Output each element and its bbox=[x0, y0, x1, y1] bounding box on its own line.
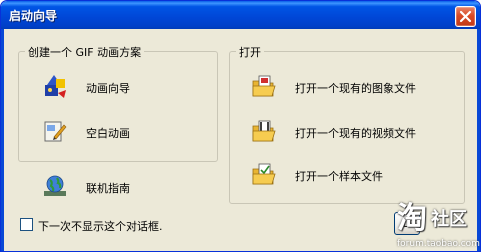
open-image-label: 打开一个现有的图象文件 bbox=[295, 82, 416, 95]
watermark-url: forum.taobao.com bbox=[397, 239, 480, 249]
blank-animation-option[interactable]: 空白动画 bbox=[42, 118, 202, 146]
create-group-legend: 创建一个 GIF 动画方案 bbox=[25, 44, 145, 60]
window-title: 启动向导 bbox=[9, 9, 58, 23]
open-video-folder-icon bbox=[252, 120, 276, 142]
title-bar[interactable]: 启动向导 bbox=[1, 1, 480, 29]
watermark-glyph-2: 社区 bbox=[431, 209, 467, 230]
open-group-legend: 打开 bbox=[236, 44, 264, 60]
close-button[interactable] bbox=[455, 6, 476, 27]
dont-show-checkbox[interactable] bbox=[20, 218, 33, 231]
open-video-label: 打开一个现有的视频文件 bbox=[295, 127, 416, 140]
open-sample-folder-icon bbox=[252, 163, 276, 185]
animation-wizard-icon bbox=[45, 75, 66, 98]
globe-icon bbox=[44, 175, 66, 196]
online-guide-label: 联机指南 bbox=[86, 182, 130, 195]
open-sample-option[interactable]: 打开一个样本文件 bbox=[251, 161, 451, 189]
animation-wizard-option[interactable]: 动画向导 bbox=[42, 73, 202, 101]
online-guide-option[interactable]: 联机指南 bbox=[42, 173, 202, 201]
dont-show-label: 下一次不显示这个对话框. bbox=[38, 220, 163, 233]
open-sample-label: 打开一个样本文件 bbox=[295, 170, 383, 183]
animation-wizard-label: 动画向导 bbox=[86, 82, 130, 95]
open-image-option[interactable]: 打开一个现有的图象文件 bbox=[251, 73, 451, 101]
close-icon bbox=[459, 10, 472, 23]
dialog-button[interactable]: D bbox=[394, 212, 420, 235]
blank-animation-label: 空白动画 bbox=[86, 127, 130, 140]
window-frame-right bbox=[477, 29, 480, 251]
open-video-option[interactable]: 打开一个现有的视频文件 bbox=[251, 118, 451, 146]
open-image-folder-icon bbox=[252, 75, 276, 97]
window-frame-left bbox=[1, 29, 4, 251]
blank-animation-icon bbox=[44, 121, 67, 142]
wizard-dialog: 启动向导 创建一个 GIF 动画方案 动画向导 空白动画 打开 打开一个现有的图… bbox=[0, 0, 481, 252]
